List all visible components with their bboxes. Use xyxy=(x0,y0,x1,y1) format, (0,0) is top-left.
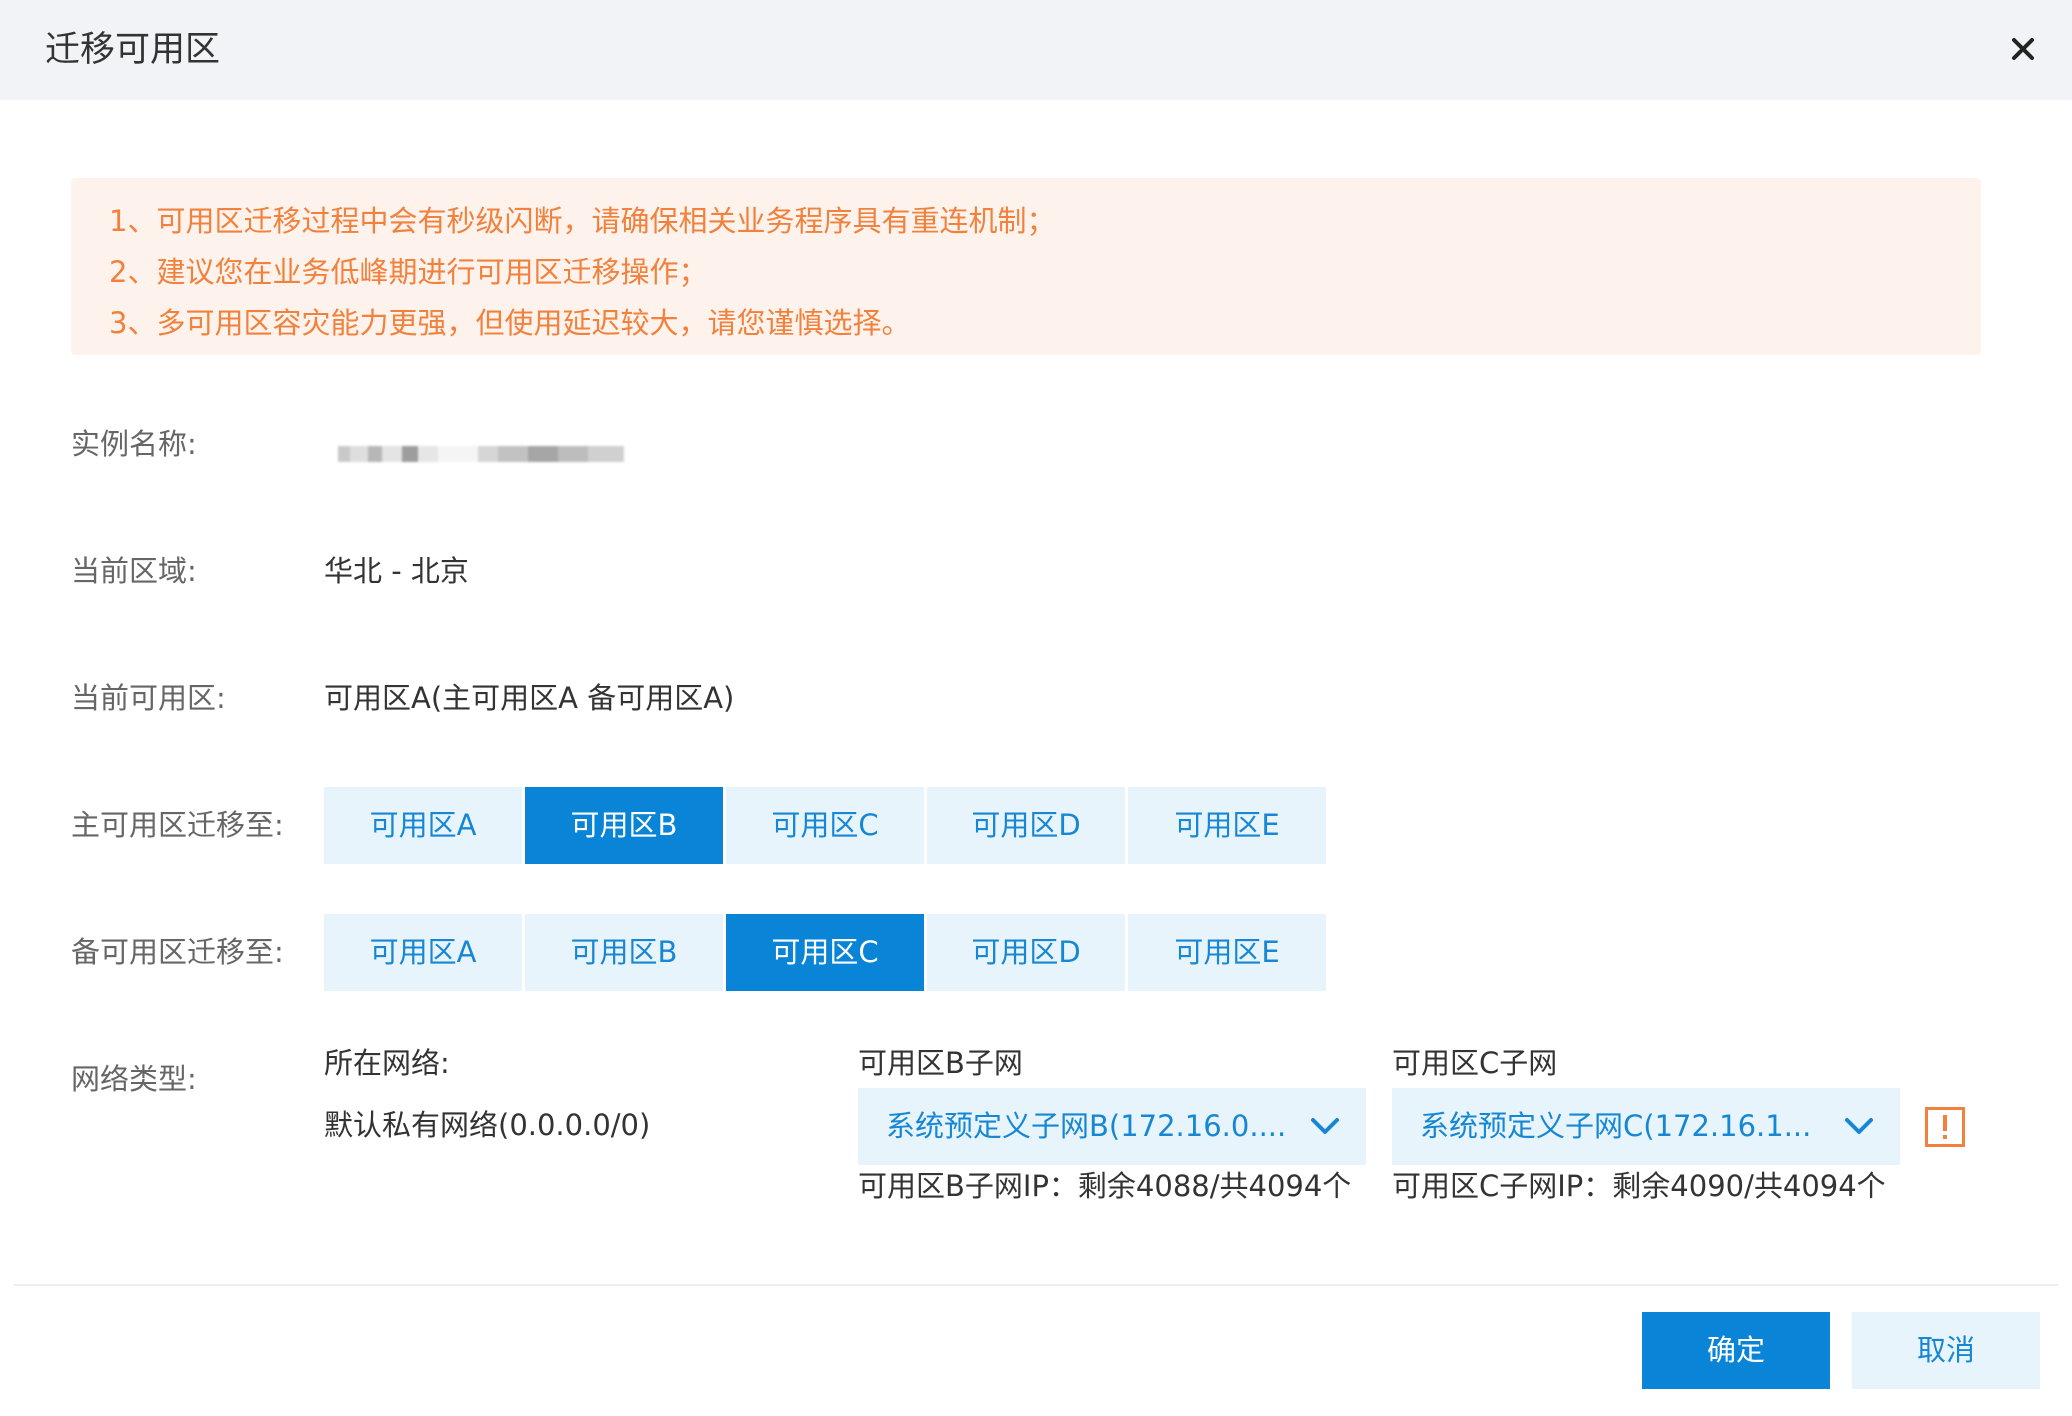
primary-zone-label: 主可用区迁移至: xyxy=(71,808,284,842)
backup-zone-option-e[interactable]: 可用区E xyxy=(1128,914,1326,991)
backup-zone-option-a[interactable]: 可用区A xyxy=(324,914,522,991)
cancel-button[interactable]: 取消 xyxy=(1852,1312,2040,1389)
current-zone-value: 可用区A(主可用区A 备可用区A) xyxy=(324,681,735,715)
backup-zone-option-b[interactable]: 可用区B xyxy=(525,914,723,991)
subnet-c-heading: 可用区C子网 xyxy=(1392,1046,1558,1080)
primary-zone-option-b[interactable]: 可用区B xyxy=(525,787,723,864)
chevron-down-icon xyxy=(1845,1118,1873,1134)
close-icon xyxy=(2012,38,2034,60)
backup-zone-selector: 可用区A 可用区B 可用区C 可用区D 可用区E xyxy=(324,914,1329,991)
subnet-c-selected-value: 系统预定义子网C(172.16.1... xyxy=(1420,1109,1812,1143)
backup-zone-option-d[interactable]: 可用区D xyxy=(927,914,1125,991)
subnet-c-ip-info: 可用区C子网IP：剩余4090/共4094个 xyxy=(1392,1169,1886,1203)
confirm-button[interactable]: 确定 xyxy=(1642,1312,1830,1389)
subnet-b-select[interactable]: 系统预定义子网B(172.16.0.... xyxy=(858,1088,1366,1165)
primary-zone-option-e[interactable]: 可用区E xyxy=(1128,787,1326,864)
current-zone-label: 当前可用区: xyxy=(71,681,226,715)
instance-name-label: 实例名称: xyxy=(71,427,197,461)
dialog-header: 迁移可用区 xyxy=(0,0,2072,100)
subnet-c-select[interactable]: 系统预定义子网C(172.16.1... xyxy=(1392,1088,1900,1165)
notice-line-3: 3、多可用区容灾能力更强，但使用延迟较大，请您谨慎选择。 xyxy=(109,306,911,340)
notice-line-2: 2、建议您在业务低峰期进行可用区迁移操作； xyxy=(109,255,708,289)
region-label: 当前区域: xyxy=(71,554,197,588)
region-value: 华北 - 北京 xyxy=(324,554,469,588)
dialog-title: 迁移可用区 xyxy=(45,30,221,70)
subnet-b-ip-info: 可用区B子网IP：剩余4088/共4094个 xyxy=(858,1169,1352,1203)
subnet-b-selected-value: 系统预定义子网B(172.16.0.... xyxy=(886,1109,1287,1143)
primary-zone-option-d[interactable]: 可用区D xyxy=(927,787,1125,864)
primary-zone-option-c[interactable]: 可用区C xyxy=(726,787,924,864)
notice-line-1: 1、可用区迁移过程中会有秒级闪断，请确保相关业务程序具有重连机制； xyxy=(109,204,1056,238)
migrate-zone-dialog: 迁移可用区 1、可用区迁移过程中会有秒级闪断，请确保相关业务程序具有重连机制； … xyxy=(0,0,2072,1416)
close-button[interactable] xyxy=(2000,26,2046,72)
primary-zone-selector: 可用区A 可用区B 可用区C 可用区D 可用区E xyxy=(324,787,1329,864)
backup-zone-label: 备可用区迁移至: xyxy=(71,935,284,969)
network-heading: 所在网络: xyxy=(324,1046,450,1080)
backup-zone-option-c[interactable]: 可用区C xyxy=(726,914,924,991)
primary-zone-option-a[interactable]: 可用区A xyxy=(324,787,522,864)
notice-box: 1、可用区迁移过程中会有秒级闪断，请确保相关业务程序具有重连机制； 2、建议您在… xyxy=(71,178,1981,355)
instance-name-value-redacted xyxy=(338,446,624,462)
footer-divider xyxy=(14,1284,2058,1286)
network-type-label: 网络类型: xyxy=(71,1062,197,1096)
subnet-b-heading: 可用区B子网 xyxy=(858,1046,1023,1080)
warning-icon[interactable] xyxy=(1925,1107,1965,1147)
network-value: 默认私有网络(0.0.0.0/0) xyxy=(324,1108,651,1142)
chevron-down-icon xyxy=(1311,1118,1339,1134)
